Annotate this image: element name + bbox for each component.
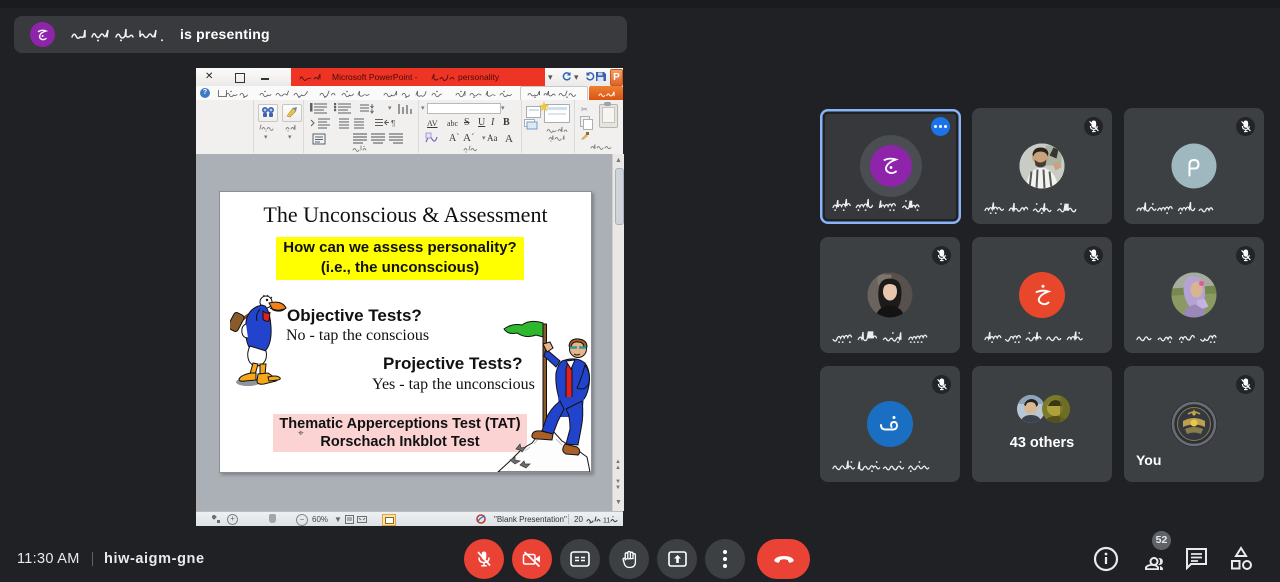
- svg-text:11: 11: [603, 518, 610, 525]
- svg-text:personality: personality: [458, 72, 500, 82]
- svg-text:¶: ¶: [391, 119, 395, 128]
- svg-text:Microsoft PowerPoint -: Microsoft PowerPoint -: [332, 72, 418, 82]
